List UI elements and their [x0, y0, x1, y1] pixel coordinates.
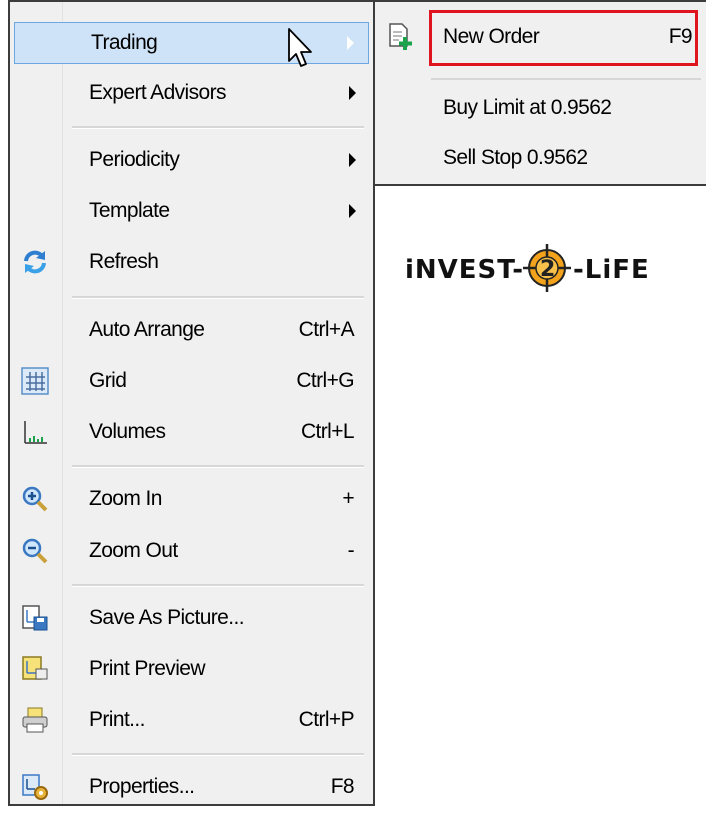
submenu-arrow-icon: [349, 86, 356, 100]
submenu-item-label: Buy Limit at 0.9562: [443, 96, 612, 119]
new-order-icon: [387, 22, 415, 52]
menu-item-grid[interactable]: Grid Ctrl+G: [13, 360, 370, 402]
menu-item-expert-advisors[interactable]: Expert Advisors: [13, 72, 370, 114]
submenu-arrow-icon: [349, 204, 356, 218]
submenu-item-label: Sell Stop 0.9562: [443, 146, 588, 169]
menu-item-label: Periodicity: [89, 148, 180, 171]
menu-item-label: Print Preview: [89, 657, 206, 680]
menu-item-label: Print...: [89, 708, 145, 731]
menu-separator: [72, 753, 364, 756]
volumes-icon: [21, 418, 49, 446]
menu-item-zoom-in[interactable]: Zoom In +: [13, 478, 370, 520]
menu-separator: [72, 296, 364, 299]
menu-item-shortcut: +: [342, 487, 354, 510]
menu-separator: [72, 465, 364, 468]
menu-item-volumes[interactable]: Volumes Ctrl+L: [13, 411, 370, 453]
menu-item-label: Volumes: [89, 420, 166, 443]
printer-icon: [21, 706, 49, 734]
menu-item-shortcut: -: [347, 539, 355, 562]
menu-item-label: Template: [89, 199, 170, 222]
properties-icon: [21, 773, 49, 801]
submenu-arrow-icon: [349, 153, 356, 167]
menu-item-label: Zoom Out: [89, 539, 178, 562]
svg-text:-LiFE: -LiFE: [573, 255, 650, 285]
menu-item-label: Refresh: [89, 250, 159, 273]
mouse-pointer-icon: [287, 27, 313, 71]
menu-item-label: Grid: [89, 369, 127, 392]
refresh-icon: [21, 248, 49, 276]
save-picture-icon: [21, 604, 49, 632]
chart-context-menu: Trading Expert Advisors Periodicity Temp…: [8, 0, 375, 806]
menu-item-label: Expert Advisors: [89, 81, 227, 104]
menu-item-print-preview[interactable]: Print Preview: [13, 648, 370, 690]
menu-item-shortcut: F8: [330, 775, 355, 798]
menu-item-shortcut: Ctrl+L: [300, 420, 355, 443]
menu-item-label: Properties...: [89, 775, 195, 798]
menu-item-zoom-out[interactable]: Zoom Out -: [13, 530, 370, 572]
menu-item-auto-arrange[interactable]: Auto Arrange Ctrl+A: [13, 309, 370, 351]
zoom-in-icon: [21, 485, 49, 513]
menu-item-shortcut: Ctrl+G: [296, 369, 354, 392]
submenu-separator: [431, 78, 701, 80]
menu-item-shortcut: Ctrl+A: [298, 318, 355, 341]
zoom-out-icon: [21, 537, 49, 565]
menu-item-properties[interactable]: Properties... F8: [13, 766, 370, 808]
menu-item-template[interactable]: Template: [13, 190, 370, 232]
red-highlight-annotation: [429, 10, 698, 66]
submenu-arrow-icon: [347, 36, 354, 50]
trading-submenu: New Order F9 Buy Limit at 0.9562 Sell St…: [373, 0, 706, 186]
submenu-item-buy-limit[interactable]: Buy Limit at 0.9562: [377, 86, 706, 130]
menu-item-save-as-picture[interactable]: Save As Picture...: [13, 597, 370, 639]
menu-item-periodicity[interactable]: Periodicity: [13, 139, 370, 181]
submenu-item-sell-stop[interactable]: Sell Stop 0.9562: [377, 136, 706, 180]
menu-item-trading[interactable]: Trading: [14, 22, 369, 64]
menu-item-print[interactable]: Print... Ctrl+P: [13, 699, 370, 741]
menu-item-label: Save As Picture...: [89, 606, 245, 629]
menu-item-shortcut: Ctrl+P: [298, 708, 355, 731]
menu-separator: [72, 126, 364, 129]
menu-item-refresh[interactable]: Refresh: [13, 241, 370, 283]
menu-item-label: Zoom In: [89, 487, 162, 510]
grid-icon: [21, 367, 49, 395]
menu-item-label: Trading: [91, 31, 158, 54]
menu-item-label: Auto Arrange: [89, 318, 205, 341]
invest2life-logo: iNVEST- 2 -LiFE: [405, 240, 685, 300]
print-preview-icon: [21, 655, 49, 683]
svg-text:2: 2: [540, 257, 555, 282]
menu-separator: [72, 584, 364, 587]
svg-text:iNVEST-: iNVEST-: [405, 255, 524, 285]
